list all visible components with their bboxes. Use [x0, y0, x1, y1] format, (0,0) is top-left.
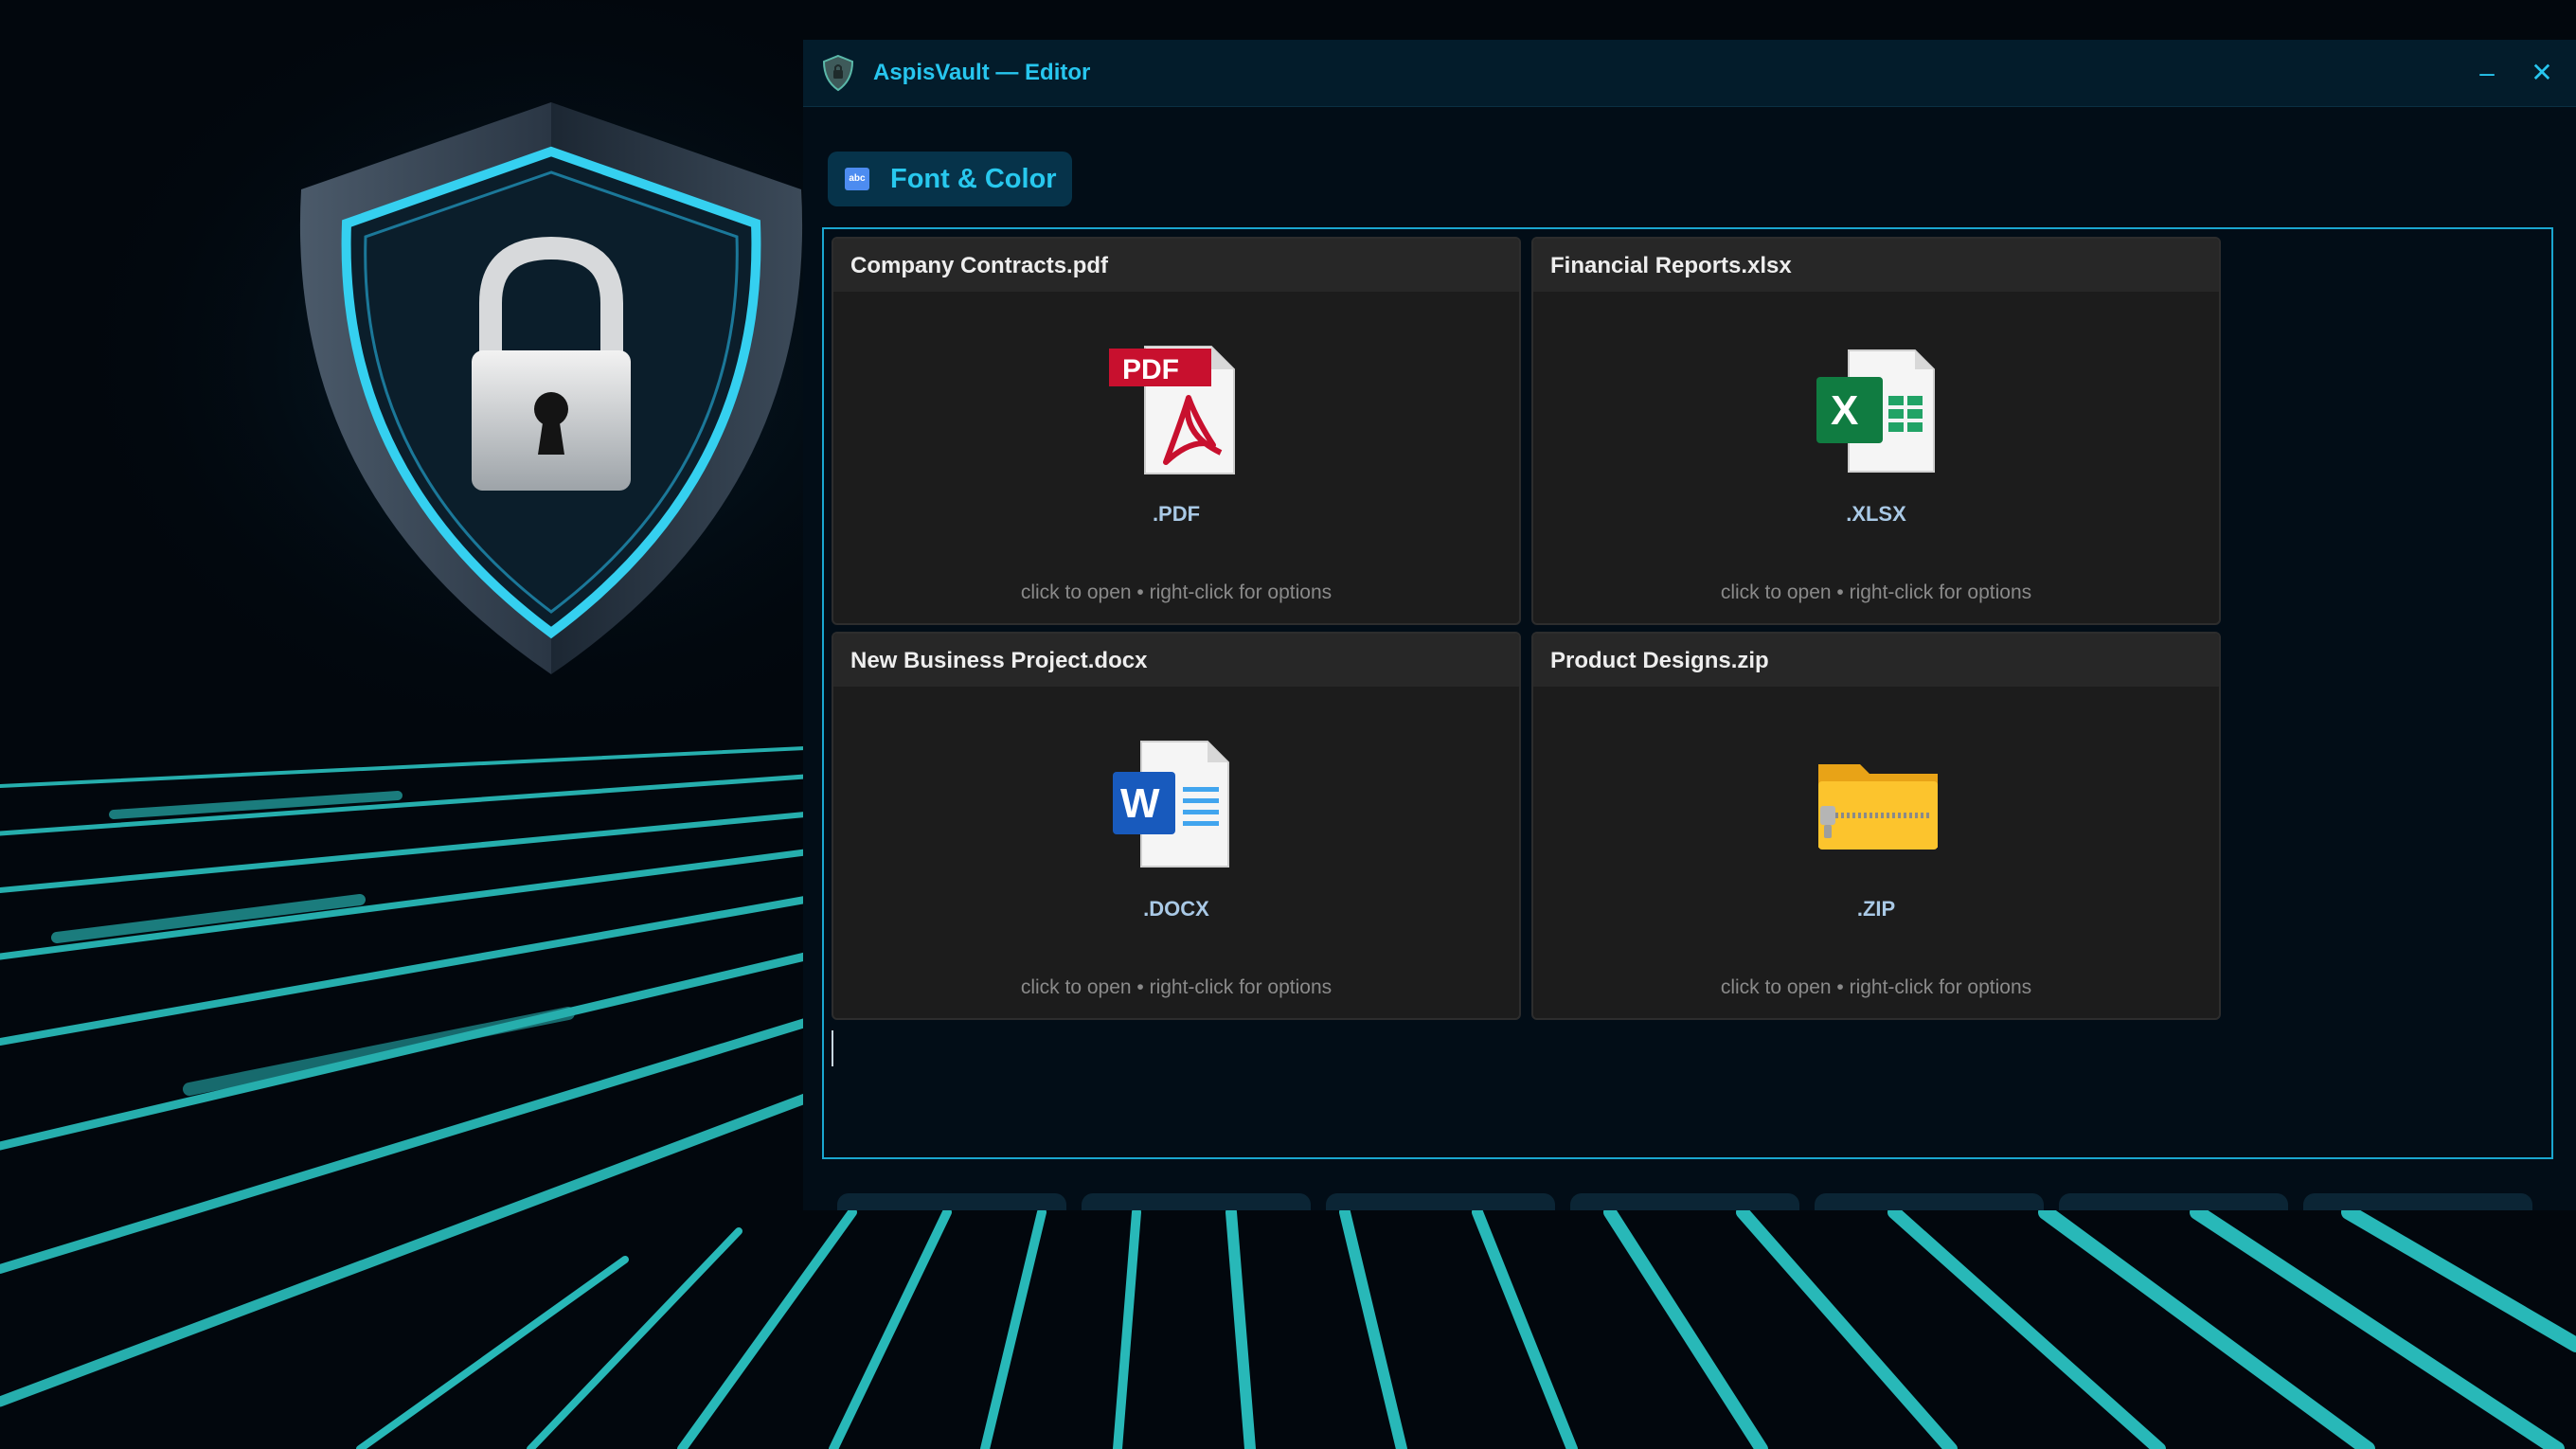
- card-header: Product Designs.zip: [1533, 634, 2219, 687]
- file-name: Financial Reports.xlsx: [1550, 253, 1792, 278]
- bottom-tab[interactable]: [2059, 1193, 2288, 1210]
- file-name: Product Designs.zip: [1550, 648, 1769, 673]
- excel-icon-letter: X: [1831, 387, 1858, 434]
- bottom-tab[interactable]: [1815, 1193, 2044, 1210]
- file-extension: .PDF: [1152, 502, 1201, 526]
- minimize-button[interactable]: –: [2459, 40, 2515, 106]
- bottom-tab[interactable]: [1570, 1193, 1799, 1210]
- file-name: Company Contracts.pdf: [850, 253, 1109, 278]
- card-header: New Business Project.docx: [833, 634, 1519, 687]
- text-caret: [832, 1030, 833, 1066]
- zip-folder-icon: [1818, 764, 1938, 850]
- file-card-zip[interactable]: Product Designs.zip .ZIP click to open •…: [1531, 632, 2221, 1020]
- bottom-tab[interactable]: [1326, 1193, 1555, 1210]
- app-shield-icon: [822, 54, 854, 92]
- card-header: Company Contracts.pdf: [833, 239, 1519, 292]
- font-color-tab[interactable]: abc Font & Color: [828, 152, 1072, 206]
- bottom-tab-strip: [837, 1193, 2576, 1210]
- bottom-tab[interactable]: [2303, 1193, 2532, 1210]
- window-title: AspisVault — Editor: [873, 60, 1091, 85]
- card-hint: click to open • right-click for options: [1720, 976, 2032, 998]
- word-icon-letter: W: [1120, 780, 1160, 827]
- card-hint: click to open • right-click for options: [1020, 581, 1333, 603]
- card-hint: click to open • right-click for options: [1720, 581, 2032, 603]
- bottom-tab[interactable]: [837, 1193, 1066, 1210]
- file-extension: .ZIP: [1856, 897, 1896, 921]
- title-bar[interactable]: AspisVault — Editor – ✕: [803, 40, 2576, 107]
- card-hint: click to open • right-click for options: [1020, 976, 1333, 998]
- close-button[interactable]: ✕: [2513, 40, 2570, 106]
- bottom-tab[interactable]: [1082, 1193, 1311, 1210]
- pdf-file-icon: PDF: [1109, 346, 1235, 474]
- excel-file-icon: X: [1816, 349, 1935, 473]
- pdf-icon-label: PDF: [1122, 354, 1179, 385]
- file-card-docx[interactable]: New Business Project.docx W .DOCX click …: [832, 632, 1521, 1020]
- file-extension: .XLSX: [1846, 502, 1906, 526]
- file-name: New Business Project.docx: [850, 648, 1148, 673]
- file-card-xlsx[interactable]: Financial Reports.xlsx X .XLSX click to …: [1531, 237, 2221, 625]
- card-header: Financial Reports.xlsx: [1533, 239, 2219, 292]
- font-color-icon: abc: [845, 168, 869, 190]
- file-extension: .DOCX: [1143, 897, 1209, 921]
- font-color-tab-label: Font & Color: [890, 164, 1057, 194]
- editor-window: AspisVault — Editor – ✕ abc Font & Color…: [803, 40, 2576, 1210]
- file-card-pdf[interactable]: Company Contracts.pdf PDF .PDF click to …: [832, 237, 1521, 625]
- editor-text-area[interactable]: Company Contracts.pdf PDF .PDF click to …: [822, 227, 2553, 1159]
- word-file-icon: W: [1113, 741, 1229, 868]
